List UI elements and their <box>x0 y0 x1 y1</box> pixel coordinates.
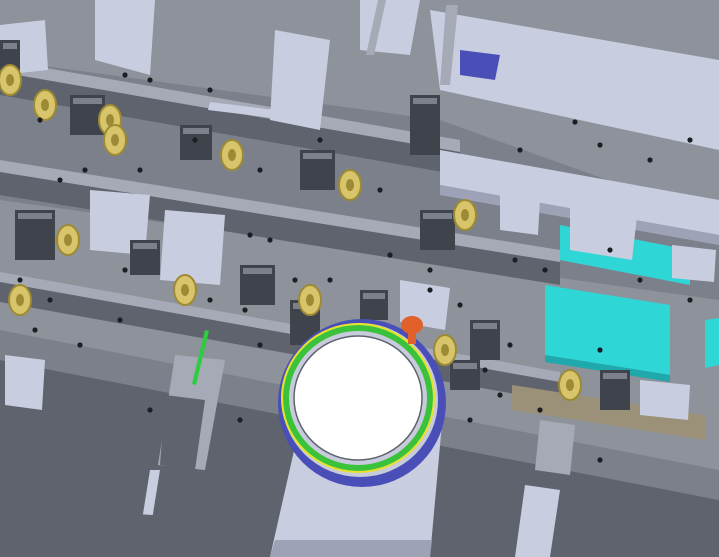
mounting-hole <box>427 267 433 273</box>
gold-terminal-hole <box>181 284 189 296</box>
mounting-hole <box>387 252 393 258</box>
gold-terminal-hole <box>16 294 24 306</box>
machine-block-top <box>453 363 477 369</box>
vibratory-bowl-feeder <box>278 319 446 487</box>
mounting-hole <box>117 317 123 323</box>
mounting-hole <box>192 137 198 143</box>
mounting-hole <box>687 297 693 303</box>
right-lower-block <box>640 380 690 420</box>
upper-right-bracket <box>460 50 500 80</box>
machine-block-top <box>243 268 272 274</box>
right-side-block <box>500 195 540 235</box>
mounting-hole <box>57 177 63 183</box>
machine-block-top <box>423 213 452 219</box>
gold-terminal-hole <box>566 379 574 391</box>
mounting-hole <box>517 147 523 153</box>
orange-knob-stem <box>408 330 416 344</box>
mounting-hole <box>47 297 53 303</box>
mounting-hole <box>377 187 383 193</box>
mounting-hole <box>327 277 333 283</box>
right-tower-bracket <box>570 180 640 260</box>
mounting-hole <box>427 287 433 293</box>
gold-terminal-hole <box>6 74 14 86</box>
mounting-hole <box>512 257 518 263</box>
mounting-hole <box>147 407 153 413</box>
right-small-block <box>672 245 716 282</box>
mounting-hole <box>497 392 503 398</box>
mounting-hole <box>207 87 213 93</box>
mounting-hole <box>82 167 88 173</box>
gold-terminal-hole <box>228 149 236 161</box>
gold-terminal-hole <box>111 134 119 146</box>
mounting-hole <box>317 137 323 143</box>
gold-terminal-hole <box>64 234 72 246</box>
mounting-hole <box>482 367 488 373</box>
cad-assembly-drawing <box>0 0 719 557</box>
gold-terminal-hole <box>441 344 449 356</box>
mounting-hole <box>32 327 38 333</box>
cad-assembly-viewport[interactable] <box>0 0 719 557</box>
mounting-hole <box>137 167 143 173</box>
mounting-hole <box>542 267 548 273</box>
mounting-hole <box>637 277 643 283</box>
mounting-hole <box>597 457 603 463</box>
cyan-panel-right <box>705 318 719 368</box>
mounting-hole <box>77 342 83 348</box>
gold-terminal-hole <box>106 114 114 126</box>
mounting-hole <box>267 237 273 243</box>
mounting-hole <box>122 267 128 273</box>
machine-block-top <box>413 98 437 104</box>
mounting-hole <box>247 232 253 238</box>
gold-terminal-hole <box>346 179 354 191</box>
mounting-hole <box>257 167 263 173</box>
gold-terminal-hole <box>306 294 314 306</box>
mounting-hole <box>537 407 543 413</box>
machine-block-top <box>183 128 209 134</box>
mounting-hole <box>687 137 693 143</box>
machine-block-top <box>73 98 102 104</box>
machine-block-top <box>473 323 497 329</box>
bowl-mount-plate-edge <box>270 540 432 557</box>
mounting-hole <box>607 247 613 253</box>
mounting-hole <box>647 157 653 163</box>
mounting-hole <box>37 117 43 123</box>
mounting-hole <box>597 142 603 148</box>
mounting-hole <box>147 77 153 83</box>
bottom-left-block <box>5 355 45 410</box>
machine-block-top <box>363 293 385 299</box>
mounting-hole <box>292 277 298 283</box>
machine-block-top <box>303 153 332 159</box>
mounting-hole <box>242 307 248 313</box>
machine-block-top <box>603 373 627 379</box>
mounting-hole <box>507 342 513 348</box>
mid-bracket-2 <box>160 210 225 285</box>
lower-right-stand <box>535 420 575 475</box>
mounting-hole <box>122 72 128 78</box>
mounting-hole <box>207 297 213 303</box>
mounting-hole <box>257 342 263 348</box>
mounting-hole <box>597 347 603 353</box>
mounting-hole <box>457 302 463 308</box>
gold-terminal-hole <box>461 209 469 221</box>
mounting-hole <box>237 417 243 423</box>
mounting-hole <box>467 417 473 423</box>
mounting-hole <box>17 277 23 283</box>
top-bracket-3 <box>270 30 330 130</box>
machine-block-top <box>18 213 52 219</box>
mounting-hole <box>572 119 578 125</box>
gold-terminal-hole <box>41 99 49 111</box>
machine-block-top <box>3 43 17 49</box>
machine-block-top <box>133 243 157 249</box>
